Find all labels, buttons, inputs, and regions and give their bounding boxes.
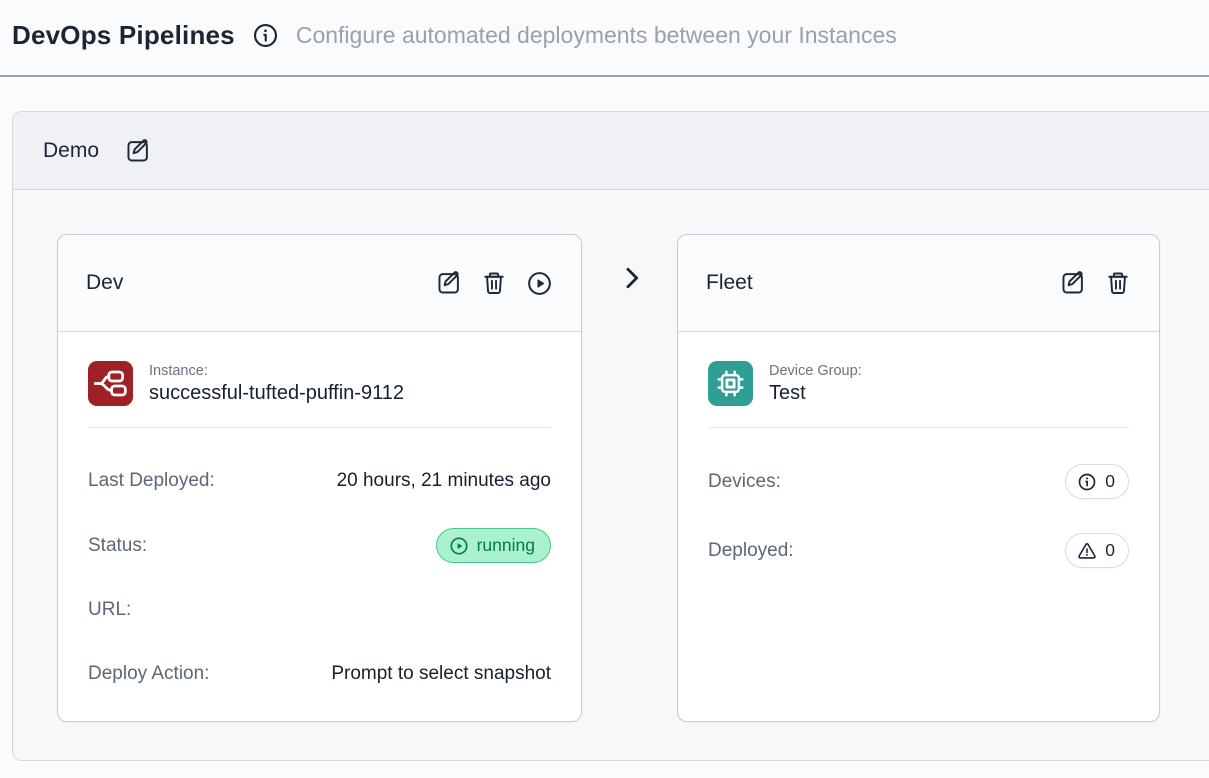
- deploy-action-label: Deploy Action:: [88, 663, 209, 685]
- trash-icon: [481, 270, 507, 296]
- devices-label: Devices:: [708, 471, 781, 493]
- divider: [88, 427, 551, 428]
- edit-icon: [1060, 270, 1086, 296]
- status-value: running: [477, 535, 535, 556]
- chevron-right-icon: [618, 264, 646, 292]
- last-deployed-value: 20 hours, 21 minutes ago: [337, 470, 551, 492]
- play-circle-icon: [526, 270, 553, 297]
- instance-label: Instance:: [149, 362, 404, 380]
- warning-triangle-icon: [1077, 541, 1097, 561]
- edit-icon: [125, 138, 151, 164]
- pipeline-name: Demo: [43, 139, 99, 163]
- device-group-icon: [708, 361, 753, 406]
- page-subtitle: Configure automated deployments between …: [296, 22, 897, 49]
- dev-card-body: Instance: successful-tufted-puffin-9112 …: [58, 332, 581, 721]
- fleet-stage-title: Fleet: [706, 271, 753, 295]
- pipeline-stages: Dev: [13, 190, 1209, 762]
- url-label: URL:: [88, 599, 131, 621]
- dev-card-header: Dev: [58, 235, 581, 332]
- instance-info: Instance: successful-tufted-puffin-9112: [149, 362, 404, 406]
- url-row: URL:: [88, 593, 551, 627]
- devices-count: 0: [1105, 471, 1115, 492]
- devices-row: Devices: 0: [708, 464, 1129, 499]
- stage-card-dev: Dev: [57, 234, 582, 722]
- device-group-label: Device Group:: [769, 362, 862, 380]
- run-stage-button[interactable]: [526, 270, 553, 297]
- page-header: DevOps Pipelines Configure automated dep…: [0, 0, 1209, 77]
- device-group-row: Device Group: Test: [708, 361, 1129, 406]
- info-icon[interactable]: [252, 22, 279, 49]
- device-group-name: Test: [769, 380, 862, 406]
- edit-stage-button[interactable]: [1060, 270, 1086, 296]
- deploy-action-value: Prompt to select snapshot: [331, 663, 551, 685]
- pipeline-panel: Demo Dev: [12, 111, 1209, 761]
- delete-stage-button[interactable]: [481, 270, 507, 296]
- device-group-info: Device Group: Test: [769, 362, 862, 406]
- dev-stage-title: Dev: [86, 271, 123, 295]
- deployed-row: Deployed: 0: [708, 533, 1129, 568]
- deploy-action-row: Deploy Action: Prompt to select snapshot: [88, 657, 551, 691]
- deployed-label: Deployed:: [708, 540, 794, 562]
- fleet-card-actions: [1060, 270, 1131, 296]
- devices-count-badge[interactable]: 0: [1065, 464, 1129, 499]
- fleet-card-header: Fleet: [678, 235, 1159, 332]
- pipeline-panel-header: Demo: [13, 112, 1209, 190]
- status-row: Status: running: [88, 528, 551, 563]
- instance-icon: [88, 361, 133, 406]
- stage-card-fleet: Fleet: [677, 234, 1160, 722]
- trash-icon: [1105, 270, 1131, 296]
- divider: [708, 427, 1129, 428]
- edit-pipeline-button[interactable]: [125, 138, 151, 164]
- fleet-card-body: Device Group: Test Devices:: [678, 332, 1159, 598]
- delete-stage-button[interactable]: [1105, 270, 1131, 296]
- status-badge: running: [436, 528, 551, 563]
- dev-card-actions: [436, 270, 553, 297]
- edit-icon: [436, 270, 462, 296]
- edit-stage-button[interactable]: [436, 270, 462, 296]
- last-deployed-label: Last Deployed:: [88, 470, 215, 492]
- deployed-count-badge[interactable]: 0: [1065, 533, 1129, 568]
- status-label: Status:: [88, 535, 147, 557]
- info-icon: [1077, 472, 1097, 492]
- deployed-count: 0: [1105, 540, 1115, 561]
- last-deployed-row: Last Deployed: 20 hours, 21 minutes ago: [88, 464, 551, 498]
- instance-row: Instance: successful-tufted-puffin-9112: [88, 361, 551, 406]
- page-title: DevOps Pipelines: [12, 20, 235, 51]
- instance-name: successful-tufted-puffin-9112: [149, 380, 404, 406]
- play-circle-icon: [449, 536, 469, 556]
